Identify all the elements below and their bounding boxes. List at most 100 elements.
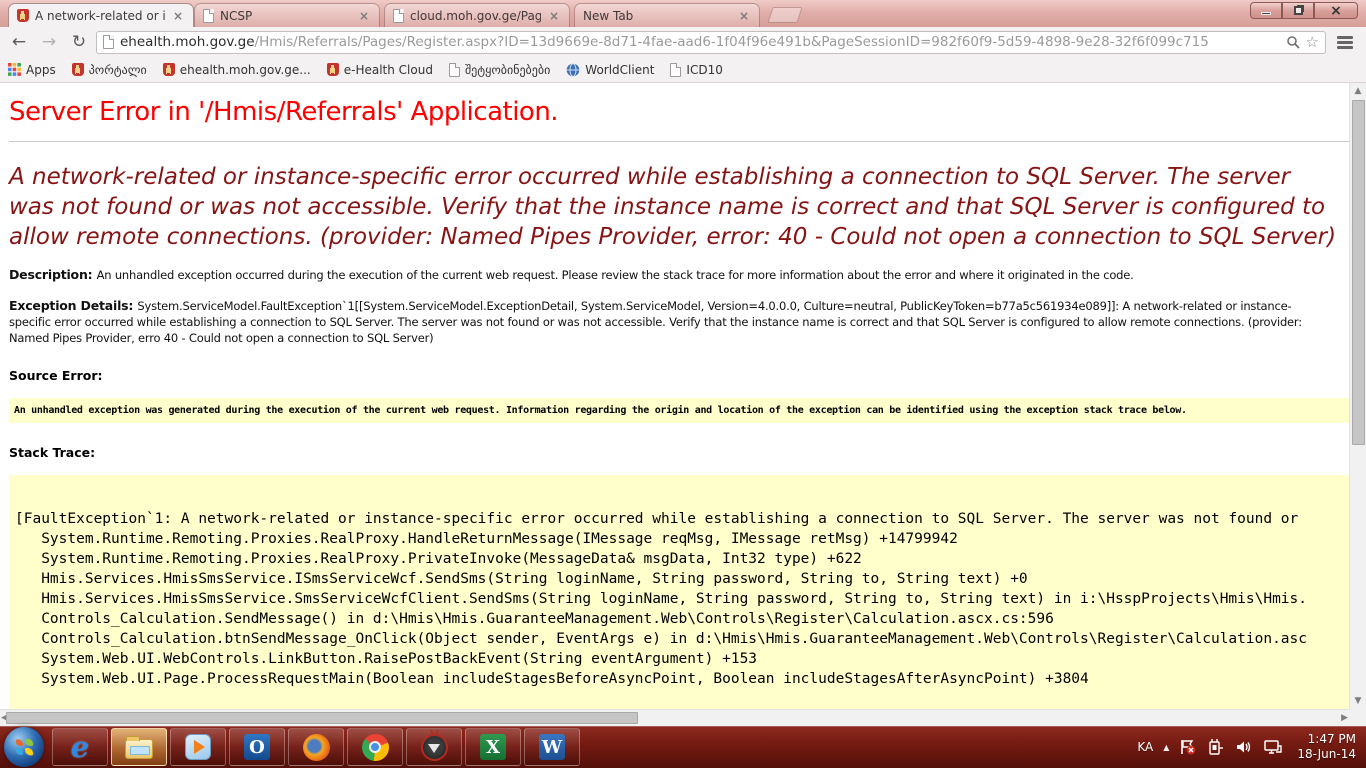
- tab-error-page[interactable]: A network-related or insta ×: [8, 3, 194, 27]
- bookmark-label: ehealth.moh.gov.ge...: [180, 63, 311, 77]
- tv-downloader-icon: [421, 734, 448, 761]
- page-favicon-icon: [203, 9, 214, 23]
- page-info-icon[interactable]: [103, 35, 114, 49]
- address-bar[interactable]: ehealth.moh.gov.ge/Hmis/Referrals/Pages/…: [96, 31, 1326, 54]
- exception-paragraph: Exception Details: System.ServiceModel.F…: [9, 298, 1349, 346]
- taskbar-firefox[interactable]: [288, 728, 344, 766]
- bookmark-ehealth-cloud[interactable]: e-Health Cloud: [327, 63, 433, 77]
- close-icon: ×: [1330, 3, 1342, 19]
- reload-button[interactable]: ↻: [66, 30, 92, 54]
- back-button[interactable]: ←: [6, 30, 32, 54]
- bookmark-label: Apps: [26, 63, 56, 77]
- tray-expand-icon[interactable]: ▲: [1163, 743, 1169, 752]
- browser-titlebar: A network-related or insta × NCSP × clou…: [0, 0, 1366, 27]
- window-controls: ×: [1250, 2, 1358, 19]
- page-favicon-icon: [393, 9, 404, 23]
- close-button[interactable]: ×: [1314, 2, 1358, 19]
- windows-logo-icon: [16, 739, 34, 756]
- taskbar-internet-explorer[interactable]: e: [52, 728, 108, 766]
- tab-new-tab[interactable]: New Tab ×: [574, 3, 760, 27]
- chrome-menu-icon[interactable]: [1330, 30, 1360, 54]
- tab-close-icon[interactable]: ×: [737, 9, 751, 23]
- taskbar-media-player[interactable]: [170, 728, 226, 766]
- taskbar-excel[interactable]: X: [465, 728, 521, 766]
- clock-date: 18-Jun-14: [1297, 747, 1356, 762]
- taskbar: e O X W KA ▲ 1:47 PM 18-Jun-14: [0, 726, 1366, 768]
- bookmark-worldclient[interactable]: WorldClient: [566, 63, 654, 77]
- stack-trace-box: [FaultException`1: A network-related or …: [9, 475, 1349, 709]
- tab-title: NCSP: [220, 9, 351, 23]
- screen: A network-related or insta × NCSP × clou…: [0, 0, 1366, 768]
- scroll-right-icon[interactable]: ▶: [1341, 710, 1348, 726]
- minimize-icon: [1261, 12, 1271, 15]
- minimize-button[interactable]: [1250, 2, 1282, 19]
- tab-ncsp[interactable]: NCSP ×: [194, 3, 380, 27]
- tab-close-icon[interactable]: ×: [357, 9, 371, 23]
- tab-cloud-moh[interactable]: cloud.moh.gov.ge/Pages/ ×: [384, 3, 570, 27]
- tab-close-icon[interactable]: ×: [547, 9, 561, 23]
- bookmark-star-icon[interactable]: ☆: [1306, 33, 1319, 51]
- description-paragraph: Description: An unhandled exception occu…: [9, 267, 1349, 283]
- bookmark-apps[interactable]: Apps: [8, 63, 56, 77]
- taskbar-tv-app[interactable]: [406, 728, 462, 766]
- taskbar-chrome[interactable]: [347, 728, 403, 766]
- taskbar-outlook[interactable]: O: [229, 728, 285, 766]
- taskbar-clock[interactable]: 1:47 PM 18-Jun-14: [1297, 732, 1362, 762]
- new-tab-button[interactable]: [767, 7, 802, 23]
- system-tray: KA ▲ 1:47 PM 18-Jun-14: [1137, 726, 1362, 768]
- bookmark-ehealth[interactable]: ehealth.moh.gov.ge...: [163, 63, 311, 77]
- volume-icon[interactable]: [1235, 738, 1253, 756]
- scrollbar-corner: [1349, 709, 1366, 726]
- tab-title: cloud.moh.gov.ge/Pages/: [410, 9, 541, 23]
- tab-close-icon[interactable]: ×: [171, 9, 185, 23]
- zoom-icon[interactable]: [1286, 35, 1300, 49]
- excel-icon: X: [480, 734, 506, 760]
- horizontal-scrollbar[interactable]: ◀ ▶: [0, 709, 1349, 726]
- url-path: /Hmis/Referrals/Pages/Register.aspx?ID=1…: [255, 34, 1209, 50]
- taskbar-windows-explorer[interactable]: [111, 728, 167, 766]
- horizontal-scroll-thumb[interactable]: [6, 712, 638, 724]
- vertical-scrollbar[interactable]: ▲ ▼: [1349, 83, 1366, 709]
- source-error-box: An unhandled exception was generated dur…: [9, 398, 1349, 423]
- chrome-icon: [362, 734, 389, 761]
- bookmark-label: e-Health Cloud: [344, 63, 433, 77]
- restore-button[interactable]: [1282, 2, 1314, 19]
- url-text[interactable]: ehealth.moh.gov.ge/Hmis/Referrals/Pages/…: [120, 34, 1280, 50]
- bookmark-label: შეტყობინებები: [465, 63, 550, 77]
- page-title: Server Error in '/Hmis/Referrals' Applic…: [9, 97, 1349, 127]
- divider: [9, 141, 1349, 142]
- bookmark-label: პორტალი: [89, 63, 147, 77]
- page-viewport: Server Error in '/Hmis/Referrals' Applic…: [0, 83, 1366, 726]
- apps-grid-icon: [8, 63, 21, 76]
- bookmarks-bar: Apps პორტალი ehealth.moh.gov.ge... e-Hea…: [0, 57, 1366, 83]
- document-favicon-icon: [670, 63, 681, 77]
- action-center-flag-icon[interactable]: [1179, 738, 1197, 756]
- emblem-favicon-icon: [327, 63, 339, 76]
- bookmark-portal[interactable]: პორტალი: [72, 63, 147, 77]
- forward-button[interactable]: →: [36, 30, 62, 54]
- error-page: Server Error in '/Hmis/Referrals' Applic…: [0, 83, 1349, 709]
- folder-icon: [125, 739, 153, 759]
- network-icon[interactable]: [1263, 738, 1283, 756]
- media-player-icon: [185, 734, 211, 760]
- vertical-scroll-thumb[interactable]: [1352, 100, 1365, 445]
- browser-navbar: ← → ↻ ehealth.moh.gov.ge/Hmis/Referrals/…: [0, 27, 1366, 57]
- scroll-down-icon[interactable]: ▼: [1350, 693, 1366, 709]
- url-domain: ehealth.moh.gov.ge: [120, 34, 255, 50]
- site-favicon-icon: [17, 9, 29, 22]
- outlook-icon: O: [244, 734, 270, 760]
- bookmark-icd10[interactable]: ICD10: [670, 63, 722, 77]
- word-icon: W: [539, 734, 565, 760]
- bookmark-messages[interactable]: შეტყობინებები: [449, 63, 550, 77]
- exception-text: System.ServiceModel.FaultException`1[[Sy…: [9, 299, 1302, 345]
- language-indicator[interactable]: KA: [1137, 740, 1153, 754]
- description-text: An unhandled exception occurred during t…: [97, 268, 1134, 282]
- error-subtitle: A network-related or instance-specific e…: [9, 162, 1349, 252]
- power-plug-icon[interactable]: [1207, 738, 1225, 756]
- taskbar-word[interactable]: W: [524, 728, 580, 766]
- internet-explorer-icon: e: [71, 730, 89, 764]
- clock-time: 1:47 PM: [1297, 732, 1356, 747]
- scroll-up-icon[interactable]: ▲: [1350, 83, 1366, 99]
- document-favicon-icon: [449, 63, 460, 77]
- start-button[interactable]: [4, 727, 44, 767]
